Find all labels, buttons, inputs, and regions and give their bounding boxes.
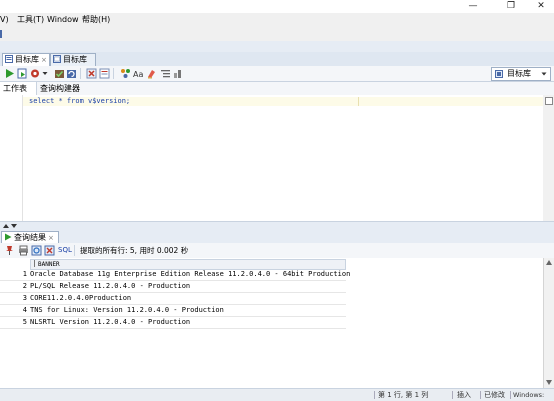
database-icon [53,55,61,63]
tab-query-builder[interactable]: 查询构建器 [37,82,83,95]
toolbar-divider [80,68,81,79]
menu-view[interactable]: V) [0,13,9,27]
cursor-position: 第 1 行, 第 1 列 [378,391,429,399]
menu-bar: V) 工具(T) Window 帮助(H) [0,13,554,27]
connection-select[interactable]: 目标库 [491,67,551,81]
restore-button[interactable]: ❐ [500,0,522,13]
uppercase-icon[interactable]: Aa [133,68,144,79]
chevron-down-icon [541,72,547,76]
results-scrollbar[interactable] [543,258,554,388]
close-button[interactable]: ✕ [530,0,552,13]
chevron-down-icon[interactable] [42,68,48,79]
scroll-box-icon[interactable] [545,97,553,105]
tab-label: 目标库 [15,55,39,64]
status-divider [480,391,481,399]
editor-scrollbar[interactable] [543,95,554,221]
status-divider [510,391,511,399]
table-row[interactable]: 5 NLSRTL Version 11.2.0.4.0 - Production [0,317,346,329]
column-header-label: BANNER [38,261,60,268]
sql-link[interactable]: SQL [58,245,72,256]
refresh-icon[interactable] [31,245,42,256]
connection-label: 目标库 [507,69,531,78]
toolbar-divider [74,245,75,256]
tuning-icon[interactable] [173,68,184,79]
collapse-arrows-icon[interactable] [3,223,17,229]
clear-icon[interactable] [146,68,157,79]
tab-close-icon[interactable]: × [41,56,47,64]
pin-icon[interactable] [4,245,15,256]
banner-cell[interactable]: Oracle Database 11g Enterprise Edition R… [30,269,350,280]
minimize-button[interactable]: — [462,0,484,13]
table-row[interactable]: 3 CORE11.2.0.4.0Production [0,293,346,305]
rollback-icon[interactable] [66,68,77,79]
connection-icon [495,70,503,78]
menu-tools[interactable]: 工具(T) [17,13,44,27]
row-number: 5 [22,318,27,326]
sql-worksheet-icon [5,55,13,63]
banner-cell[interactable]: NLSRTL Version 11.2.0.4.0 - Production [30,317,190,328]
svg-text:Aa: Aa [133,70,143,79]
results-grid[interactable]: BANNER 1 Oracle Database 11g Enterprise E… [0,258,554,388]
tab-database[interactable]: 目标库× [50,53,96,76]
cancel-icon[interactable] [86,68,97,79]
autotrace-icon[interactable] [30,68,41,79]
tab-worksheet-editor[interactable]: 工作表 [0,82,37,95]
worksheet-toolbar: Aa 目标库 [0,66,554,82]
commit-icon[interactable] [54,68,65,79]
export-icon[interactable] [44,245,55,256]
scroll-down-icon[interactable] [546,380,552,385]
banner-cell[interactable]: PL/SQL Release 11.2.0.4.0 - Production [30,281,190,292]
sql-editor[interactable]: select * from v$version; [0,95,544,221]
tab-label: 目标库 [63,55,87,64]
line-ending: Windows: [513,391,545,399]
explain-plan-icon[interactable] [120,68,131,79]
status-divider [452,391,453,399]
status-divider [374,391,375,399]
menu-help[interactable]: 帮助(H) [82,13,110,27]
fetch-status: 提取的所有行: 5, 用时 0.002 秒 [80,246,189,255]
toolbar-divider [113,68,114,79]
row-number: 4 [22,306,27,314]
print-icon[interactable] [18,245,29,256]
worksheet-subtabs: 工作表 查询构建器 [0,82,554,96]
row-number: 3 [22,294,27,302]
modified-indicator: 已修改 [484,391,505,399]
tab-close-icon[interactable]: × [48,234,54,242]
row-number: 1 [22,270,27,278]
status-bar: 第 1 行, 第 1 列 插入 已修改 Windows: [0,388,554,401]
main-toolbar-strip [0,27,554,41]
scroll-up-icon[interactable] [546,260,552,265]
results-tab-label: 查询结果 [14,233,46,242]
format-icon[interactable] [160,68,171,79]
sql-text[interactable]: select * from v$version; [29,97,130,106]
run-result-icon [5,233,12,241]
column-grip-icon [34,260,35,267]
run-script-icon[interactable] [17,68,28,79]
current-line-highlight-margin [358,97,544,106]
document-tab-bar: 目标库× 目标库× [0,52,554,76]
title-bar: — ❐ ✕ [0,0,554,13]
results-toolbar: SQL 提取的所有行: 5, 用时 0.002 秒 [0,243,554,259]
toolbar-edge [0,30,2,38]
tab-worksheet[interactable]: 目标库 × [2,53,50,66]
line-gutter [0,95,23,221]
sql-history-icon[interactable] [99,68,110,79]
insert-mode: 插入 [457,391,471,399]
table-row[interactable]: 4 TNS for Linux: Version 11.2.0.4.0 - Pro… [0,305,346,317]
row-number: 2 [22,282,27,290]
banner-cell[interactable]: CORE11.2.0.4.0Production [30,293,131,304]
table-row[interactable]: 2 PL/SQL Release 11.2.0.4.0 - Production [0,281,346,293]
run-statement-icon[interactable] [4,68,15,79]
table-row[interactable]: 1 Oracle Database 11g Enterprise Edition … [0,269,350,281]
menu-window[interactable]: Window [47,13,79,27]
banner-cell[interactable]: TNS for Linux: Version 11.2.0.4.0 - Prod… [30,305,224,316]
